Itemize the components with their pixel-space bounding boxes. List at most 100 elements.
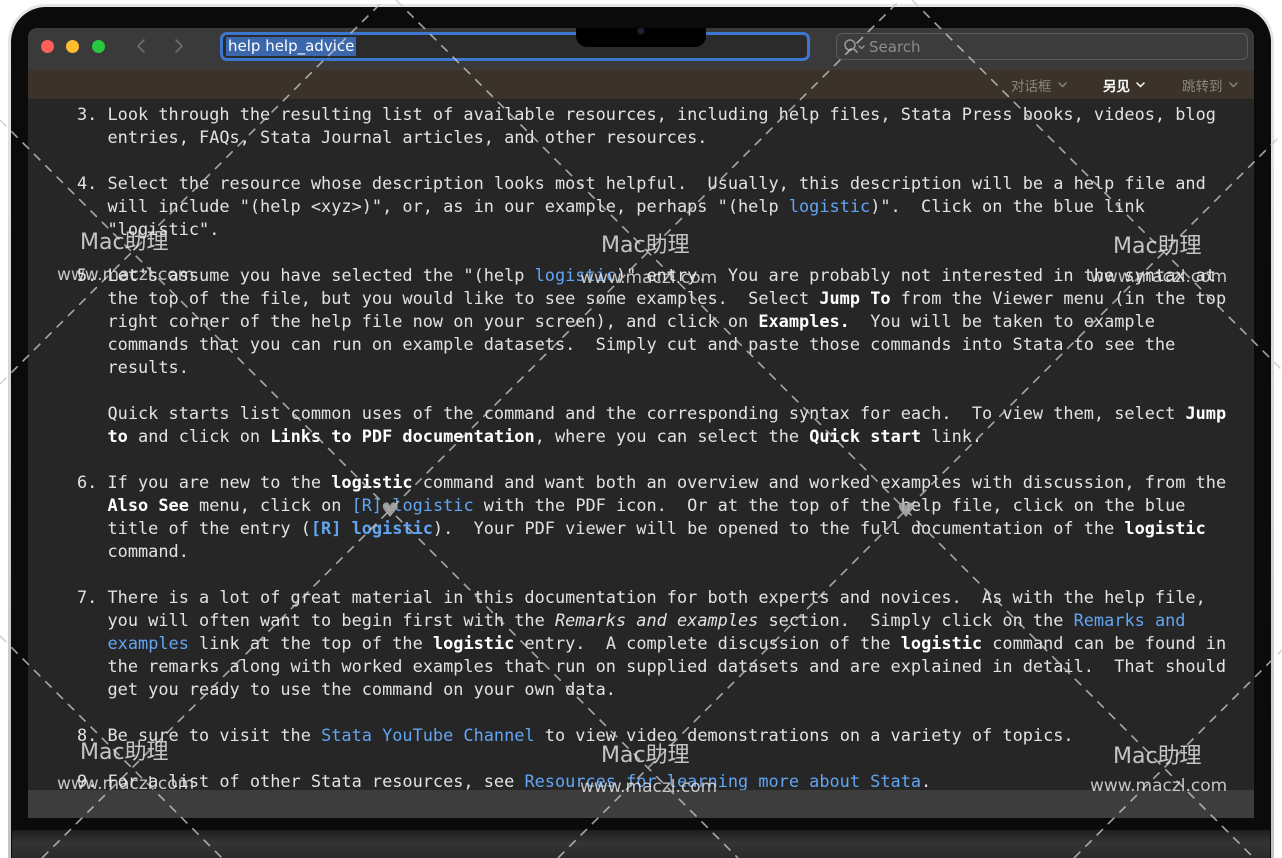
dialog-menu[interactable]: 对话框 xyxy=(1011,70,1067,99)
camera-icon xyxy=(638,28,644,34)
bold-term: Links to PDF documentation xyxy=(270,425,535,446)
help-line: 9. For a list of other Stata resources, … xyxy=(77,770,1226,791)
help-line: the top of the file, but you would like … xyxy=(77,287,1227,310)
help-text: title of the entry ( xyxy=(77,517,311,538)
bold-term: logistic xyxy=(1124,517,1206,538)
heart-icon: ♥ xyxy=(897,498,915,522)
help-line: right corner of the help file now on you… xyxy=(77,310,1226,333)
also-see-menu-label: 另见 xyxy=(1103,78,1130,95)
help-text: 5. Let's assume you have selected the "(… xyxy=(77,264,535,285)
bold-term: logistic xyxy=(900,632,983,653)
help-text: from the Viewer menu (in the top xyxy=(890,287,1227,308)
help-content[interactable]: 3. Look through the resulting list of av… xyxy=(28,100,1254,790)
help-text: commands that you can run on example dat… xyxy=(77,333,1176,354)
italic-term: Remarks and examples xyxy=(554,609,759,630)
title-bar: help help_advice xyxy=(28,28,1254,70)
help-text: the remarks along with worked examples t… xyxy=(77,655,1227,676)
help-text: the top of the file, but you would like … xyxy=(77,287,820,308)
magnifier-icon[interactable] xyxy=(843,38,867,55)
help-line: 4. Select the resource whose description… xyxy=(77,172,1226,195)
help-text: . xyxy=(921,770,932,791)
help-text: right corner of the help file now on you… xyxy=(77,310,759,331)
bold-term: Examples. xyxy=(758,310,850,331)
also-see-menu[interactable]: 另见 xyxy=(1103,70,1145,99)
help-text: and click on xyxy=(127,425,271,446)
help-line: 3. Look through the resulting list of av… xyxy=(77,103,1226,126)
bold-term: Quick start xyxy=(809,425,922,446)
help-text xyxy=(77,426,108,446)
help-line: examples link at the top of the logistic… xyxy=(77,632,1227,655)
help-text: you will often want to begin first with … xyxy=(77,609,555,630)
help-text: command can be found in xyxy=(982,632,1227,653)
help-text: Quick starts list common uses of the com… xyxy=(77,402,1186,423)
search-field[interactable] xyxy=(836,33,1248,60)
minimize-button[interactable] xyxy=(66,40,79,53)
help-link[interactable]: logistic xyxy=(535,265,616,285)
help-text: command and want both an overview and wo… xyxy=(412,471,1227,492)
help-text: 4. Select the resource whose description… xyxy=(77,172,1206,193)
help-link[interactable]: Resources for learning more about Stata xyxy=(524,771,921,791)
help-text: 7. There is a lot of great material in t… xyxy=(77,586,1206,607)
help-text: section. Simply click on the xyxy=(758,609,1074,630)
bold-term: logistic xyxy=(331,471,413,492)
help-text: entries, FAQs, Stata Journal articles, a… xyxy=(77,126,708,147)
help-text: ). Your PDF viewer will be opened to the… xyxy=(432,517,1125,538)
chevron-left-icon[interactable] xyxy=(133,37,151,55)
help-line: 6. If you are new to the logistic comman… xyxy=(77,471,1226,494)
help-text: get you ready to use the command on your… xyxy=(77,678,616,699)
help-text: menu, click on xyxy=(188,494,352,515)
help-text: will include "(help <xyz>)", or, as in o… xyxy=(77,195,789,216)
help-line: title of the entry ([R] logistic). Your … xyxy=(77,517,1226,540)
help-text: link. xyxy=(921,425,983,446)
help-text: You will be taken to example xyxy=(849,310,1155,331)
close-button[interactable] xyxy=(41,40,54,53)
help-line: command. xyxy=(77,540,1226,563)
command-address-field[interactable]: help help_advice xyxy=(220,32,810,61)
help-text: with the PDF icon. Or at the top of the … xyxy=(473,494,1186,515)
help-line: the remarks along with worked examples t… xyxy=(77,655,1227,678)
viewer-toolbar: 对话框 另见 跳转到 xyxy=(28,70,1254,100)
help-text-body: 3. Look through the resulting list of av… xyxy=(77,103,1226,791)
jump-to-menu[interactable]: 跳转到 xyxy=(1182,70,1238,99)
bold-term: Also See xyxy=(107,494,189,515)
help-text: 6. If you are new to the xyxy=(77,471,332,492)
help-text: )". Click on the blue link xyxy=(870,195,1145,216)
search-input[interactable] xyxy=(869,34,1239,59)
help-text: results. xyxy=(77,356,189,377)
help-text: "logistic". xyxy=(77,218,220,239)
help-line: "logistic". xyxy=(77,218,1226,241)
help-link[interactable]: [R] logistic xyxy=(352,495,474,515)
help-text xyxy=(77,495,108,515)
help-line: 5. Let's assume you have selected the "(… xyxy=(77,264,1226,287)
camera-notch xyxy=(576,28,706,47)
help-line: to and click on Links to PDF documentati… xyxy=(77,425,1226,448)
help-text: , where you can select the xyxy=(534,425,810,446)
help-link[interactable]: [R] logistic xyxy=(311,518,433,538)
bold-term: to xyxy=(107,425,128,446)
zoom-button[interactable] xyxy=(92,40,105,53)
help-line: Quick starts list common uses of the com… xyxy=(77,402,1227,425)
help-link[interactable]: Remarks and xyxy=(1074,610,1186,630)
chevron-right-icon[interactable] xyxy=(169,37,187,55)
help-text: 3. Look through the resulting list of av… xyxy=(77,103,1216,124)
help-link[interactable]: examples xyxy=(108,633,189,653)
help-link[interactable]: logistic xyxy=(789,196,870,216)
help-text: entry. A complete discussion of the xyxy=(514,632,901,653)
chevron-down-icon xyxy=(1057,81,1067,87)
help-text xyxy=(77,633,108,653)
bold-term: logistic xyxy=(432,632,515,653)
help-link[interactable]: Stata YouTube Channel xyxy=(321,725,535,745)
address-selected-text: help help_advice xyxy=(226,37,357,56)
help-line: get you ready to use the command on your… xyxy=(77,678,1226,701)
help-line: will include "(help <xyz>)", or, as in o… xyxy=(77,195,1226,218)
help-text: 9. For a list of other Stata resources, … xyxy=(77,770,525,791)
help-text: )" entry. You are probably not intereste… xyxy=(615,264,1216,285)
help-text: link at the top of the xyxy=(188,632,433,653)
help-line: entries, FAQs, Stata Journal articles, a… xyxy=(77,126,1226,149)
help-line: 8. Be sure to visit the Stata YouTube Ch… xyxy=(77,724,1226,747)
